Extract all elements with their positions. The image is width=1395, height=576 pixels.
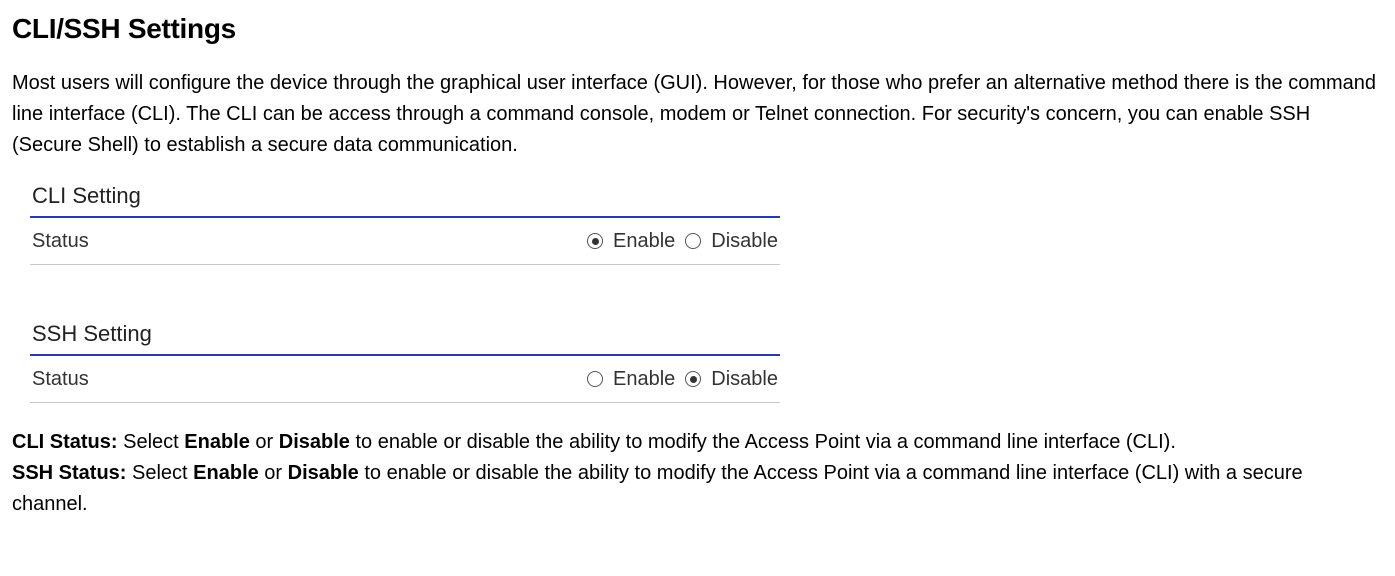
cli-status-label: Status bbox=[32, 226, 587, 256]
cli-disable-radio[interactable] bbox=[685, 233, 701, 249]
cli-disable-option-label: Disable bbox=[711, 226, 778, 256]
cli-enable-radio[interactable] bbox=[587, 233, 603, 249]
cli-disable-bold: Disable bbox=[279, 431, 350, 453]
text: Select bbox=[126, 462, 193, 484]
cli-status-row: Status Enable Disable bbox=[30, 218, 780, 265]
ssh-status-label: Status bbox=[32, 364, 587, 394]
ssh-disable-option-label: Disable bbox=[711, 364, 778, 394]
cli-section-title: CLI Setting bbox=[30, 175, 780, 218]
cli-enable-option-label: Enable bbox=[613, 226, 675, 256]
intro-paragraph: Most users will configure the device thr… bbox=[12, 68, 1383, 161]
ssh-section-title: SSH Setting bbox=[30, 313, 780, 356]
ssh-enable-option-label: Enable bbox=[613, 364, 675, 394]
text: Select bbox=[118, 431, 185, 453]
ssh-disable-bold: Disable bbox=[288, 462, 359, 484]
ssh-status-desc-label: SSH Status: bbox=[12, 462, 126, 484]
cli-status-description: CLI Status: Select Enable or Disable to … bbox=[12, 427, 1383, 458]
ssh-enable-bold: Enable bbox=[193, 462, 259, 484]
cli-enable-bold: Enable bbox=[184, 431, 250, 453]
ssh-status-row: Status Enable Disable bbox=[30, 356, 780, 403]
ssh-status-description: SSH Status: Select Enable or Disable to … bbox=[12, 458, 1383, 520]
page-heading: CLI/SSH Settings bbox=[12, 8, 1383, 50]
ssh-disable-radio[interactable] bbox=[685, 371, 701, 387]
text: or bbox=[259, 462, 288, 484]
cli-status-desc-label: CLI Status: bbox=[12, 431, 118, 453]
ssh-enable-radio[interactable] bbox=[587, 371, 603, 387]
text: to enable or disable the ability to modi… bbox=[350, 431, 1176, 453]
settings-panel: CLI Setting Status Enable Disable SSH Se… bbox=[30, 175, 780, 403]
text: or bbox=[250, 431, 279, 453]
